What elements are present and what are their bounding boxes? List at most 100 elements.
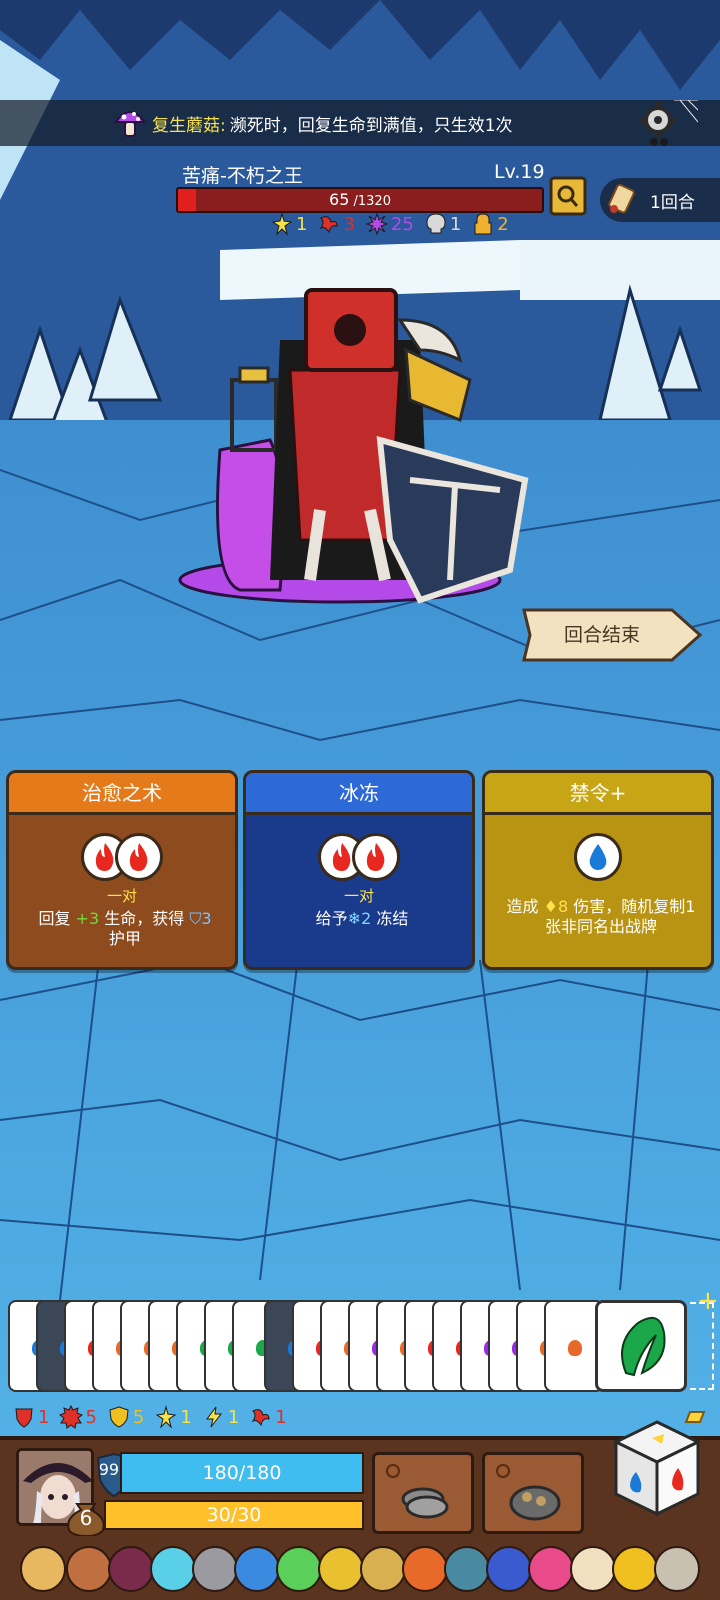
relic-armor-icon[interactable] xyxy=(444,1546,490,1592)
fire-icon xyxy=(366,843,385,871)
enemy-status-item[interactable]: 2 xyxy=(471,212,509,236)
end-turn-button[interactable]: 回合结束 xyxy=(522,606,704,664)
desc-text: 张非同名出战牌 xyxy=(544,917,657,936)
enemy-hp-current: 65 xyxy=(329,190,350,209)
card-title: 治愈之术 xyxy=(9,773,235,815)
relic-bird-icon[interactable] xyxy=(234,1546,280,1592)
relic-shield-icon[interactable] xyxy=(20,1546,66,1592)
card-description: 回复 +3 生命，获得 ⛉3 护甲 xyxy=(17,909,233,949)
equipment-slot-2[interactable] xyxy=(482,1452,584,1534)
player-stat-item[interactable]: 1 xyxy=(154,1405,192,1429)
relic-bone-icon[interactable] xyxy=(570,1546,616,1592)
bleed-icon xyxy=(251,1409,270,1427)
card-dice-slots[interactable] xyxy=(9,833,235,883)
snowflake-icon: ❄ xyxy=(347,909,362,928)
desc-text: 给予 xyxy=(315,909,348,928)
relic-meat-icon[interactable] xyxy=(402,1546,448,1592)
relic-name: 复生蘑菇: xyxy=(152,115,226,136)
player-stat-value: 1 xyxy=(38,1406,50,1428)
enemy-status-row: 1 3 25 1 2 xyxy=(270,212,509,236)
relic-description: 濒死时，回复生命到满值，只生效1次 xyxy=(229,115,513,136)
desc-text: 护甲 xyxy=(108,929,141,948)
fire-icon xyxy=(129,843,148,871)
scroll-icon xyxy=(608,183,635,214)
dice-face-mark xyxy=(568,1340,582,1356)
boss-immortal-king[interactable] xyxy=(170,280,530,620)
player-level: 6 xyxy=(79,1506,93,1530)
skill-card-ban[interactable]: 禁令+ 造成 ♦8 伤害，随机复制1 张非同名出战牌 xyxy=(482,770,714,970)
skill-card-freeze[interactable]: 冰冻 一对 给予❄2 冻结 xyxy=(243,770,475,970)
water-drop-icon xyxy=(589,844,607,870)
enemy-status-value: 25 xyxy=(390,213,414,235)
desc-text: 伤害，随机复制1 xyxy=(568,897,696,916)
relic-dragon-icon[interactable] xyxy=(276,1546,322,1592)
player-hp-text: 180/180 xyxy=(202,1462,282,1484)
enemy-name: 苦痛-不朽之王 xyxy=(182,165,303,187)
enemy-status-item[interactable]: 1 xyxy=(424,212,461,236)
card-dice-slots[interactable] xyxy=(246,833,472,883)
relic-totem-icon[interactable] xyxy=(528,1546,574,1592)
player-stat-item[interactable]: 1 xyxy=(12,1405,49,1429)
player-stat-item[interactable]: 5 xyxy=(107,1405,144,1429)
settings-gear-icon[interactable] xyxy=(640,100,698,150)
card-requirement: 一对 xyxy=(343,887,374,905)
heal-value: +3 xyxy=(75,909,100,928)
fire-slot[interactable] xyxy=(115,833,163,881)
dice-face-hand[interactable]: + xyxy=(0,1286,720,1396)
relic-swirl-icon[interactable] xyxy=(192,1546,238,1592)
enemy-status-item[interactable]: 25 xyxy=(365,212,414,236)
player-status-row: 1 5 5 1 1 1 xyxy=(12,1405,287,1429)
relic-compass-icon[interactable] xyxy=(486,1546,532,1592)
skill-card-heal[interactable]: 治愈之术 一对 回复 +3 生命，获得 ⛉3 护甲 xyxy=(6,770,238,970)
poison-splat-icon xyxy=(365,212,389,236)
roll-dice-button[interactable] xyxy=(612,1418,702,1518)
enemy-hp-text: 65 /1320 xyxy=(178,189,542,211)
add-icon[interactable]: + xyxy=(697,1286,719,1316)
shield-small-icon: ⛉ xyxy=(189,909,202,928)
armor-value: 3 xyxy=(201,909,212,928)
mushroom-icon xyxy=(114,111,146,137)
card-dice-slots[interactable] xyxy=(485,833,711,883)
player-stat-item[interactable]: 1 xyxy=(249,1405,287,1429)
diamond-icon: ♦ xyxy=(543,897,558,916)
dice-face-card-selected[interactable] xyxy=(595,1300,687,1392)
skull-icon xyxy=(426,213,446,234)
bleed-icon xyxy=(319,216,338,234)
player-stat-value: 5 xyxy=(85,1406,97,1428)
enemy-status-item[interactable]: 3 xyxy=(317,212,355,236)
fire-slot[interactable] xyxy=(352,833,400,881)
enemy-intent-book-icon[interactable] xyxy=(549,176,587,216)
player-level-badge: 6 xyxy=(63,1498,109,1536)
player-stat-value: 1 xyxy=(227,1406,240,1428)
stone-disc-icon xyxy=(386,1464,449,1519)
star-burst-icon xyxy=(155,1405,177,1429)
relic-glove-icon[interactable] xyxy=(612,1546,658,1592)
card-description: 造成 ♦8 伤害，随机复制1 张非同名出战牌 xyxy=(493,897,709,937)
player-stat-value: 1 xyxy=(180,1406,192,1428)
player-stat-item[interactable]: 5 xyxy=(59,1405,97,1429)
relic-horn-icon[interactable] xyxy=(654,1546,700,1592)
player-stat-value: 1 xyxy=(275,1406,287,1428)
relic-golden-frame-icon[interactable] xyxy=(360,1546,406,1592)
round-counter: 1回合 xyxy=(600,178,720,222)
end-turn-label: 回合结束 xyxy=(563,624,640,646)
enemy-status-item[interactable]: 1 xyxy=(270,212,307,236)
enemy-status-value: 3 xyxy=(343,213,355,235)
relic-crystal-icon[interactable] xyxy=(150,1546,196,1592)
desc-text: 造成 xyxy=(506,897,544,916)
relic-bar xyxy=(0,1540,720,1600)
spiked-gear-icon xyxy=(59,1405,84,1429)
ore-pile-icon xyxy=(496,1464,561,1521)
equipment-slot-1[interactable] xyxy=(372,1452,474,1534)
relic-necklace-icon[interactable] xyxy=(108,1546,154,1592)
leaf-icon xyxy=(621,1316,666,1377)
relic-cross-icon[interactable] xyxy=(66,1546,112,1592)
player-stat-item[interactable]: 1 xyxy=(202,1405,239,1429)
enemy-status-value: 1 xyxy=(296,213,308,235)
card-title: 冰冻 xyxy=(246,773,472,815)
water-slot[interactable] xyxy=(574,833,622,881)
damage-value: 8 xyxy=(557,897,569,916)
player-hp-bar: 180/180 xyxy=(120,1452,364,1494)
relic-ruler-icon[interactable] xyxy=(318,1546,364,1592)
enemy-hp-bar: 65 /1320 xyxy=(176,187,544,213)
